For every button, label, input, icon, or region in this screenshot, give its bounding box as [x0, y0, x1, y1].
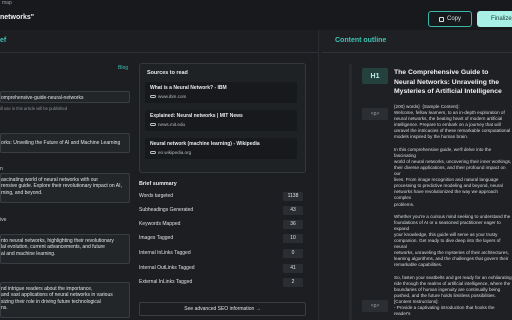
- link-icon: [150, 95, 156, 98]
- stat-value: 0: [283, 249, 303, 258]
- stat-label: Subheadings Generated: [139, 207, 194, 213]
- stat-row: Keywords Mapped 36: [139, 219, 306, 231]
- advanced-seo-button[interactable]: See advanced SEO information →: [139, 302, 306, 316]
- paragraph-icon: <p>: [370, 303, 380, 309]
- stat-label: Internal InLinks Tagged: [139, 250, 191, 256]
- source-url: news.mit.edu: [158, 122, 186, 127]
- brief-summary-title: Brief summary: [139, 181, 177, 187]
- stat-row: Images Tagged 10: [139, 233, 306, 245]
- sources-title: Sources to read: [147, 70, 188, 76]
- stat-value: 2: [283, 278, 303, 287]
- outline-h1-text[interactable]: The Comprehensive Guide to Neural Networ…: [394, 68, 509, 97]
- paragraph-badge: <p>: [362, 300, 388, 312]
- stat-row: Subheadings Generated 43: [139, 205, 306, 217]
- stat-row: Internal OutLinks Tagged 41: [139, 263, 306, 275]
- source-item[interactable]: Neural network (machine learning) - Wiki…: [145, 138, 297, 159]
- stat-value: 43: [283, 206, 303, 215]
- description-label: n: [0, 166, 3, 172]
- objective-textarea[interactable]: nto neural networks, highlighting their …: [0, 234, 130, 264]
- link-icon: [150, 151, 156, 154]
- copy-label: Copy: [446, 16, 461, 22]
- blog-link[interactable]: Blog: [118, 65, 128, 71]
- right-divider: [322, 52, 512, 53]
- source-title: Explained: Neural networks | MIT News: [150, 113, 243, 119]
- paragraph-badge: <p>: [362, 108, 388, 120]
- stat-row: Internal InLinks Tagged 0: [139, 248, 306, 260]
- stat-label: External InLinks Tagged: [139, 279, 193, 285]
- stat-value: 10: [283, 234, 303, 243]
- page-title: networks": [0, 14, 35, 21]
- finalize-label: Finalize: [491, 16, 512, 22]
- url-slug-input[interactable]: omprehensive-guide-neural-networks: [0, 91, 130, 103]
- stat-value: 1138: [283, 192, 303, 201]
- url-hint: ill use in this article will be publishe…: [0, 106, 68, 111]
- source-item[interactable]: What is a Neural Network? - IBM www.ibm.…: [145, 82, 297, 103]
- source-url: www.ibm.com: [158, 94, 187, 99]
- copy-icon: [438, 16, 444, 22]
- outline-paragraph[interactable]: {200} words} {Sample Content}: Welcome, …: [394, 104, 512, 299]
- link-icon: [150, 123, 156, 126]
- outline-section-title: Content outline: [335, 37, 387, 44]
- stat-row: Words targeted 1138: [139, 191, 306, 203]
- source-item[interactable]: Explained: Neural networks | MIT News ne…: [145, 110, 297, 131]
- sources-card: Sources to read What is a Neural Network…: [139, 63, 306, 173]
- description-textarea[interactable]: ascinating world of neural networks with…: [0, 173, 130, 203]
- source-url: en.wikipedia.org: [158, 150, 192, 155]
- outline-instructions[interactable]: [Content Instructions]: - Provide a capt…: [394, 299, 512, 317]
- h1-badge: H1: [362, 68, 388, 84]
- finalize-button[interactable]: Finalize: [477, 11, 512, 27]
- objective-label: ive: [0, 217, 7, 223]
- source-title: What is a Neural Network? - IBM: [150, 85, 227, 91]
- source-title: Neural network (machine learning) - Wiki…: [150, 141, 260, 147]
- stat-label: Words targeted: [139, 193, 174, 199]
- stat-label: Keywords Mapped: [139, 221, 181, 227]
- breadcrumb[interactable]: map: [2, 0, 12, 6]
- outline-scrollbar[interactable]: [349, 64, 352, 320]
- stat-label: Internal OutLinks Tagged: [139, 265, 195, 271]
- title-input[interactable]: orks: Unveiling the Future of AI and Mac…: [0, 133, 130, 153]
- paragraph-icon: <p>: [370, 111, 380, 117]
- stat-label: Images Tagged: [139, 235, 174, 241]
- left-divider: [0, 52, 318, 53]
- audience-textarea[interactable]: nd intrigue readers about the importance…: [0, 282, 130, 318]
- copy-button[interactable]: Copy: [428, 11, 472, 27]
- brief-section-title: ef: [0, 37, 7, 44]
- stat-value: 41: [283, 264, 303, 273]
- stat-row: External InLinks Tagged 2: [139, 277, 306, 289]
- stat-value: 36: [283, 220, 303, 229]
